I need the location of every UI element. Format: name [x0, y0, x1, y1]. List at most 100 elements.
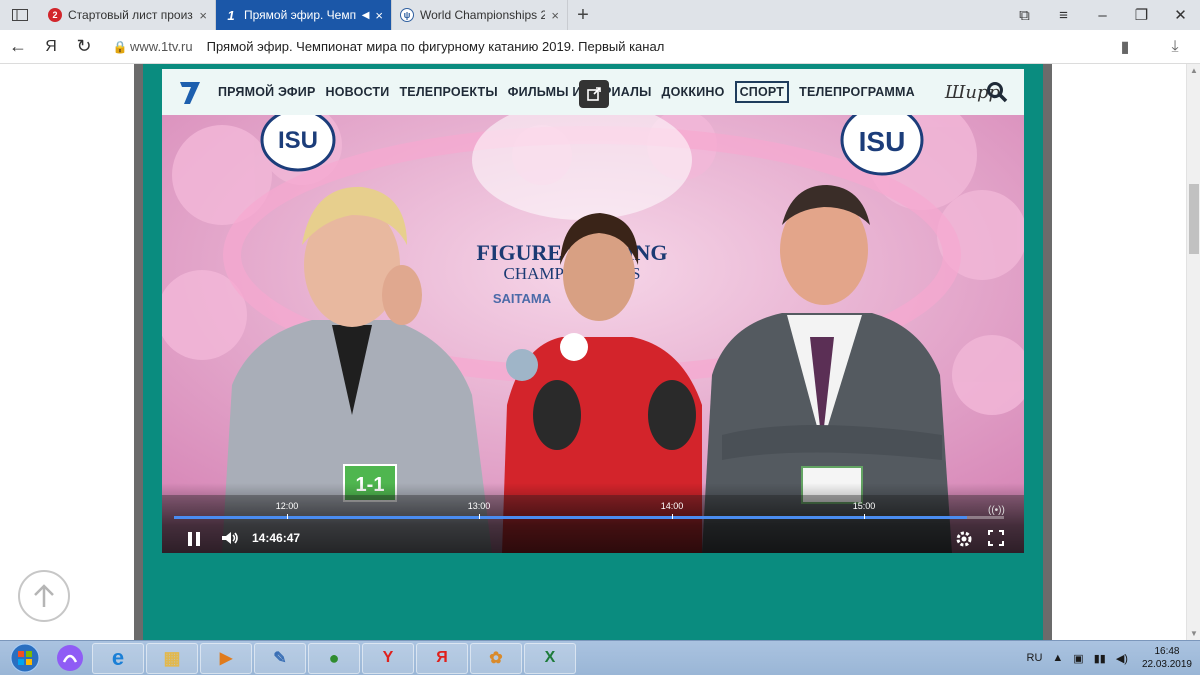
tab-world-championships[interactable]: ψ World Championships 2019 ×: [392, 0, 568, 30]
bug-icon: ●: [328, 647, 340, 668]
scrollbar-thumb[interactable]: [1189, 184, 1199, 254]
lock-icon[interactable]: 🔒: [110, 40, 130, 54]
tab-title: World Championships 2019: [420, 8, 545, 22]
taskbar-media[interactable]: ▶: [200, 642, 252, 674]
vertical-scrollbar[interactable]: ▲ ▼: [1186, 64, 1200, 640]
taskbar-explorer[interactable]: ▦: [146, 642, 198, 674]
nav-live[interactable]: ПРЯМОЙ ЭФИР: [218, 85, 316, 99]
folder-icon: ▦: [163, 647, 181, 668]
paint-brush-icon: ✎: [273, 650, 287, 667]
yandex-home-button[interactable]: Я: [36, 38, 66, 56]
close-icon[interactable]: ×: [375, 8, 383, 23]
timeline-tick: [864, 514, 865, 519]
taskbar-paint[interactable]: ✿: [470, 642, 522, 674]
address-bar: ← Я ↻ 🔒 www.1tv.ru Прямой эфир. Чемпиона…: [0, 30, 1200, 64]
taskbar-ie[interactable]: e: [92, 642, 144, 674]
clock-date: 22.03.2019: [1141, 659, 1192, 670]
nav-dokkino[interactable]: ДОККИНО: [662, 85, 725, 99]
site-navigation: ПРЯМОЙ ЭФИР НОВОСТИ ТЕЛЕПРОЕКТЫ ФИЛЬМЫ И…: [162, 69, 1024, 115]
clock-time: 16:48: [1154, 646, 1180, 657]
isu-logo-left: ISU: [278, 127, 318, 154]
url-domain[interactable]: www.1tv.ru: [130, 39, 193, 54]
restore-button[interactable]: ❐: [1122, 6, 1161, 24]
back-button[interactable]: ←: [0, 36, 36, 57]
system-clock[interactable]: 16:48 22.03.2019: [1142, 645, 1192, 671]
media-icon: ▶: [219, 650, 233, 667]
close-window-button[interactable]: ✕: [1161, 6, 1200, 24]
nav-news[interactable]: НОВОСТИ: [326, 85, 390, 99]
tab-strip: 2 Стартовый лист произвольная программа …: [0, 0, 1200, 30]
minimize-button[interactable]: –: [1083, 7, 1122, 24]
sidebar-icon: [12, 9, 28, 21]
live-broadcast-icon: ((•)): [988, 505, 1005, 516]
page-border-right: [1043, 64, 1052, 640]
window-controls: ⧉ ≡ – ❐ ✕: [1005, 0, 1200, 30]
scroll-to-top-button[interactable]: [18, 570, 70, 622]
isu-icon: ψ: [400, 8, 414, 22]
taskbar-yandex[interactable]: Y: [362, 642, 414, 674]
start-button[interactable]: [0, 641, 50, 675]
scroll-down-arrow-icon[interactable]: ▼: [1190, 629, 1198, 638]
network-icon[interactable]: ▮▮: [1094, 652, 1106, 665]
taskbar-paint-brush[interactable]: ✎: [254, 642, 306, 674]
page-viewport: ISU ISU FIGURE SKATING CHAMPIONSHIPS SAI…: [0, 64, 1186, 640]
page-border-left: [134, 64, 143, 640]
video-player[interactable]: ISU ISU FIGURE SKATING CHAMPIONSHIPS SAI…: [162, 115, 1024, 553]
taskbar-excel[interactable]: X: [524, 642, 576, 674]
taskbar-yandex-browser[interactable]: Я: [416, 642, 468, 674]
time-label: 12:00: [275, 501, 299, 511]
new-tab-button[interactable]: +: [568, 4, 598, 27]
timeline-tick: [479, 514, 480, 519]
paint-icon: ✿: [489, 650, 503, 667]
pause-icon: [188, 532, 200, 546]
download-icon[interactable]: ⤓: [1150, 38, 1200, 56]
reload-button[interactable]: ↻: [66, 36, 102, 57]
tray-expand-icon[interactable]: ▲: [1052, 652, 1063, 664]
time-label: 13:00: [467, 501, 491, 511]
arrow-up-icon: [34, 584, 54, 607]
time-label: 15:00: [852, 501, 876, 511]
notification-badge-icon: 2: [48, 8, 62, 22]
bookmarks-icon[interactable]: ⧉: [1005, 7, 1044, 24]
settings-button[interactable]: [954, 527, 974, 553]
system-tray: RU ▲ ▣ ▮▮ ◀) 16:48 22.03.2019: [1017, 641, 1200, 675]
close-icon[interactable]: ×: [551, 8, 559, 23]
timeline-tick: [672, 514, 673, 519]
sidebar-toggle-button[interactable]: [0, 0, 40, 30]
share-button[interactable]: [579, 80, 609, 108]
taskbar-bug-app[interactable]: ●: [308, 642, 360, 674]
tray-app-icon[interactable]: ▣: [1073, 652, 1083, 665]
external-link-icon: [587, 87, 601, 101]
close-icon[interactable]: ×: [199, 8, 207, 23]
progress-bar[interactable]: [174, 514, 1004, 519]
tab-live-broadcast[interactable]: 1 Прямой эфир. Чемпионат мира ◀ ×: [216, 0, 392, 30]
nav-sport[interactable]: СПОРТ: [734, 81, 790, 103]
scroll-up-arrow-icon[interactable]: ▲: [1190, 66, 1198, 75]
windows-taskbar: e ▦ ▶ ✎ ● Y Я ✿ X RU ▲ ▣ ▮▮ ◀) 16:48 22.…: [0, 640, 1200, 675]
menu-icon[interactable]: ≡: [1044, 7, 1083, 24]
volume-button[interactable]: [220, 527, 240, 553]
tab-title: Прямой эфир. Чемпионат мира: [244, 8, 356, 22]
language-indicator[interactable]: RU: [1027, 652, 1043, 664]
speaker-icon[interactable]: ◀: [362, 10, 370, 21]
volume-tray-icon[interactable]: ◀): [1116, 652, 1128, 665]
excel-icon: X: [544, 649, 556, 666]
progress-fill: [174, 516, 967, 519]
bookmark-icon[interactable]: ▮: [1100, 37, 1150, 57]
pause-button[interactable]: [186, 527, 202, 553]
banner-city: SAITAMA: [493, 291, 552, 306]
url-page-title[interactable]: Прямой эфир. Чемпионат мира по фигурному…: [207, 39, 665, 54]
tab-start-list[interactable]: 2 Стартовый лист произвольная программа …: [40, 0, 216, 30]
timeline-tick: [287, 514, 288, 519]
gear-icon: [956, 531, 972, 547]
fullscreen-button[interactable]: [986, 527, 1006, 553]
search-icon[interactable]: [986, 81, 1008, 103]
tab-title: Стартовый лист произвольная программа: [68, 8, 193, 22]
fullscreen-icon: [988, 530, 1004, 546]
alice-button[interactable]: [50, 643, 90, 674]
isu-logo-right: ISU: [859, 126, 906, 157]
nav-projects[interactable]: ТЕЛЕПРОЕКТЫ: [399, 85, 497, 99]
channel-one-logo[interactable]: [176, 78, 204, 106]
nav-tv-program[interactable]: ТЕЛЕПРОГРАММА: [799, 85, 915, 99]
plus-icon: +: [577, 3, 589, 26]
